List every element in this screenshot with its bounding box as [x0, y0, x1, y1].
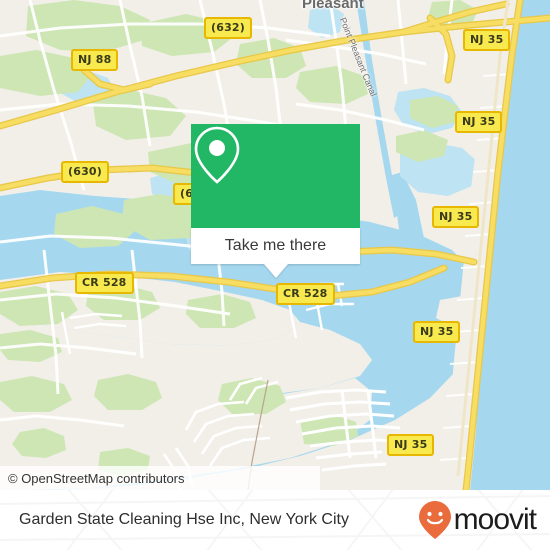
moovit-wordmark: moovit	[453, 503, 537, 536]
location-callout[interactable]: Take me there	[191, 124, 360, 278]
map-attribution: © OpenStreetMap contributors	[0, 466, 320, 490]
road-shield: NJ 35	[387, 434, 435, 456]
road-shield: NJ 88	[71, 49, 119, 71]
page-title: Garden State Cleaning Hse Inc, New York …	[19, 511, 349, 528]
road-shield: (632)	[204, 17, 253, 39]
attribution-text: © OpenStreetMap contributors	[8, 470, 185, 486]
road-shield: CR 528	[276, 283, 335, 305]
road-shield: (630)	[61, 161, 110, 183]
moovit-smiley-pin-icon	[418, 501, 451, 539]
take-me-there-button[interactable]: Take me there	[191, 228, 360, 264]
road-shield: CR 528	[75, 272, 134, 294]
road-shield: NJ 35	[432, 206, 480, 228]
map-canvas[interactable]: Pleasant Point Pleasant Canal (632) NJ 8…	[0, 0, 550, 490]
footer-bar: Garden State Cleaning Hse Inc, New York …	[0, 490, 550, 550]
map-pin-icon	[194, 126, 240, 184]
road-shield: NJ 35	[413, 321, 461, 343]
road-shield: NJ 35	[455, 111, 503, 133]
moovit-map-card: Pleasant Point Pleasant Canal (632) NJ 8…	[0, 0, 550, 550]
take-me-there-label: Take me there	[224, 237, 327, 254]
callout-pin-panel	[191, 124, 360, 228]
callout-tail	[263, 264, 288, 278]
road-shield: NJ 35	[463, 29, 511, 51]
moovit-logo[interactable]: moovit	[418, 500, 550, 540]
place-label: Pleasant	[302, 0, 364, 12]
